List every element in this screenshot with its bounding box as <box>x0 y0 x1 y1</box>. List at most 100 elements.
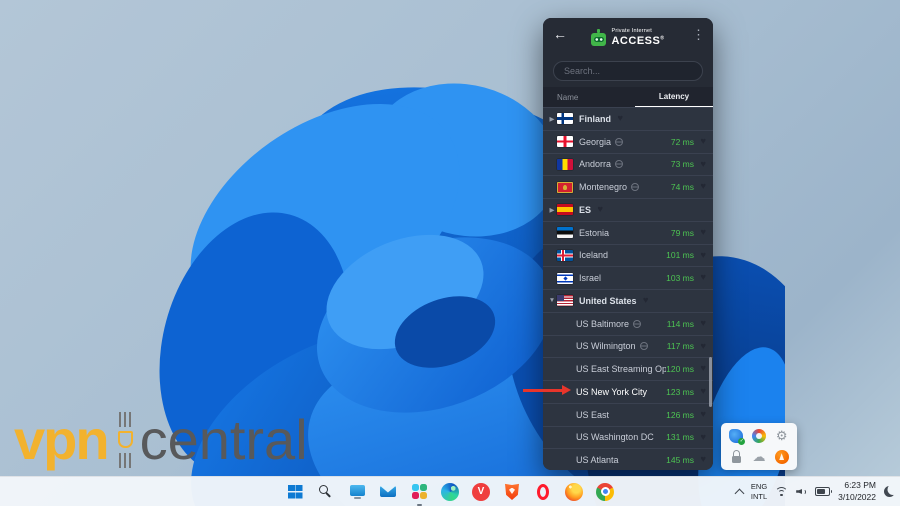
onedrive-cloud-icon[interactable] <box>752 450 766 464</box>
favorite-heart-icon[interactable]: ♥ <box>694 410 706 420</box>
mail-icon[interactable] <box>379 483 397 501</box>
expander-chevron-icon[interactable]: ▼ <box>547 297 557 304</box>
favorite-heart-icon[interactable]: ♥ <box>694 251 706 261</box>
settings-knot-icon[interactable] <box>775 429 789 443</box>
server-row[interactable]: US Atlanta 145 ms ♥ <box>543 448 713 470</box>
slack-icon[interactable] <box>410 483 428 501</box>
search-input[interactable] <box>553 61 703 81</box>
favorite-heart-icon[interactable]: ♥ <box>637 296 649 306</box>
server-row[interactable]: Andorra 73 ms ♥ <box>543 153 713 176</box>
server-row[interactable]: US Wilmington 117 ms ♥ <box>543 335 713 358</box>
favorite-heart-icon[interactable]: ♥ <box>694 433 706 443</box>
pia-robot-logo-icon <box>591 33 606 46</box>
server-name: Israel <box>579 273 601 283</box>
server-name: Andorra <box>579 159 611 169</box>
expander-chevron-icon[interactable]: ▶ <box>547 206 557 214</box>
country-flag-icon <box>557 182 573 193</box>
server-row[interactable]: Estonia 79 ms ♥ <box>543 221 713 244</box>
country-flag-icon <box>557 227 573 238</box>
clock[interactable]: 6:23 PM 3/10/2022 <box>838 480 876 502</box>
search-bar <box>543 58 713 87</box>
colorful-browser-icon[interactable] <box>752 429 766 443</box>
hidden-icons-chevron-icon[interactable] <box>734 488 744 498</box>
server-row[interactable]: ▼ United States ♥ <box>543 289 713 312</box>
edge-icon[interactable] <box>441 483 459 501</box>
favorite-heart-icon[interactable]: ♥ <box>611 114 623 124</box>
latency-value: 120 ms <box>666 364 694 374</box>
brave-icon[interactable] <box>503 483 521 501</box>
server-name: US Wilmington <box>576 341 636 351</box>
list-column-headers: Name Latency <box>543 87 713 107</box>
overflow-menu-icon[interactable]: ⋮ <box>692 28 705 41</box>
focus-assist-moon-icon[interactable] <box>884 486 895 497</box>
favorite-heart-icon[interactable]: ♥ <box>694 319 706 329</box>
geo-server-icon <box>615 138 623 146</box>
shield-emblem-icon <box>116 412 134 468</box>
server-row[interactable]: Georgia 72 ms ♥ <box>543 130 713 153</box>
pia-vpn-window: ← Private Internet ACCESS® ⋮ Name Latenc… <box>543 18 713 470</box>
wifi-icon[interactable] <box>775 486 788 497</box>
country-flag-icon <box>557 273 573 284</box>
latency-column-header[interactable]: Latency <box>635 87 713 107</box>
expander-chevron-icon[interactable]: ▶ <box>547 115 557 123</box>
favorite-heart-icon[interactable]: ♥ <box>694 228 706 238</box>
taskbar-app-icons <box>286 477 614 506</box>
opera-icon[interactable] <box>534 483 552 501</box>
language-line1: ENG <box>751 482 767 491</box>
padlock-icon[interactable] <box>729 450 743 464</box>
favorite-heart-icon[interactable]: ♥ <box>694 342 706 352</box>
battery-icon[interactable] <box>815 487 830 496</box>
latency-value: 131 ms <box>666 432 694 442</box>
name-column-header[interactable]: Name <box>557 93 578 102</box>
favorite-heart-icon[interactable]: ♥ <box>694 182 706 192</box>
server-row[interactable]: US Washington DC 131 ms ♥ <box>543 426 713 449</box>
favorite-heart-icon[interactable]: ♥ <box>694 455 706 465</box>
country-flag-icon <box>557 136 573 147</box>
favorite-heart-icon[interactable]: ♥ <box>694 387 706 397</box>
server-name: United States <box>579 296 637 306</box>
server-name: ES <box>579 205 591 215</box>
favorite-heart-icon[interactable]: ♥ <box>591 205 603 215</box>
back-arrow-button[interactable]: ← <box>553 27 567 41</box>
country-flag-icon <box>557 204 573 215</box>
favorite-heart-icon[interactable]: ♥ <box>694 160 706 170</box>
firefox-icon[interactable] <box>565 483 583 501</box>
latency-value: 103 ms <box>666 273 694 283</box>
security-check-icon[interactable] <box>729 429 743 443</box>
avast-icon[interactable] <box>775 450 789 464</box>
latency-value: 114 ms <box>667 319 694 329</box>
server-name: Georgia <box>579 137 611 147</box>
server-row[interactable]: US East 126 ms ♥ <box>543 403 713 426</box>
server-row[interactable]: Montenegro 74 ms ♥ <box>543 175 713 198</box>
start-icon[interactable] <box>286 483 304 501</box>
favorite-heart-icon[interactable]: ♥ <box>694 364 706 374</box>
language-line2: INTL <box>751 492 767 501</box>
favorite-heart-icon[interactable]: ♥ <box>694 137 706 147</box>
latency-value: 73 ms <box>671 159 694 169</box>
volume-icon[interactable] <box>796 486 807 497</box>
vivaldi-icon[interactable] <box>472 483 490 501</box>
country-flag-icon <box>557 159 573 170</box>
favorite-heart-icon[interactable]: ♥ <box>694 273 706 283</box>
server-row[interactable]: ▶ Finland ♥ <box>543 107 713 130</box>
server-row[interactable]: ▶ ES ♥ <box>543 198 713 221</box>
server-row[interactable]: US Baltimore 114 ms ♥ <box>543 312 713 335</box>
chrome-icon[interactable] <box>596 483 614 501</box>
server-name: US Baltimore <box>576 319 629 329</box>
geo-server-icon <box>640 342 648 350</box>
language-indicator[interactable]: ENG INTL <box>751 482 767 501</box>
registered-mark: ® <box>660 35 664 41</box>
search-icon[interactable] <box>317 483 335 501</box>
server-name: US East Streaming Optimiz… <box>576 364 666 374</box>
scrollbar-thumb[interactable] <box>709 357 712 407</box>
server-row[interactable]: Iceland 101 ms ♥ <box>543 244 713 267</box>
latency-value: 117 ms <box>667 341 694 351</box>
server-row[interactable]: Israel 103 ms ♥ <box>543 266 713 289</box>
country-flag-icon <box>557 250 573 261</box>
server-row[interactable]: US East Streaming Optimiz… 120 ms ♥ <box>543 357 713 380</box>
server-list: ▶ Finland ♥ Georgia 72 ms ♥ Andorra 73 m… <box>543 107 713 470</box>
latency-value: 72 ms <box>671 137 694 147</box>
desktop: vpn central ← Private Internet ACCESS® ⋮… <box>0 0 900 506</box>
brand-line2: ACCESS <box>611 35 660 47</box>
display-icon[interactable] <box>348 483 366 501</box>
